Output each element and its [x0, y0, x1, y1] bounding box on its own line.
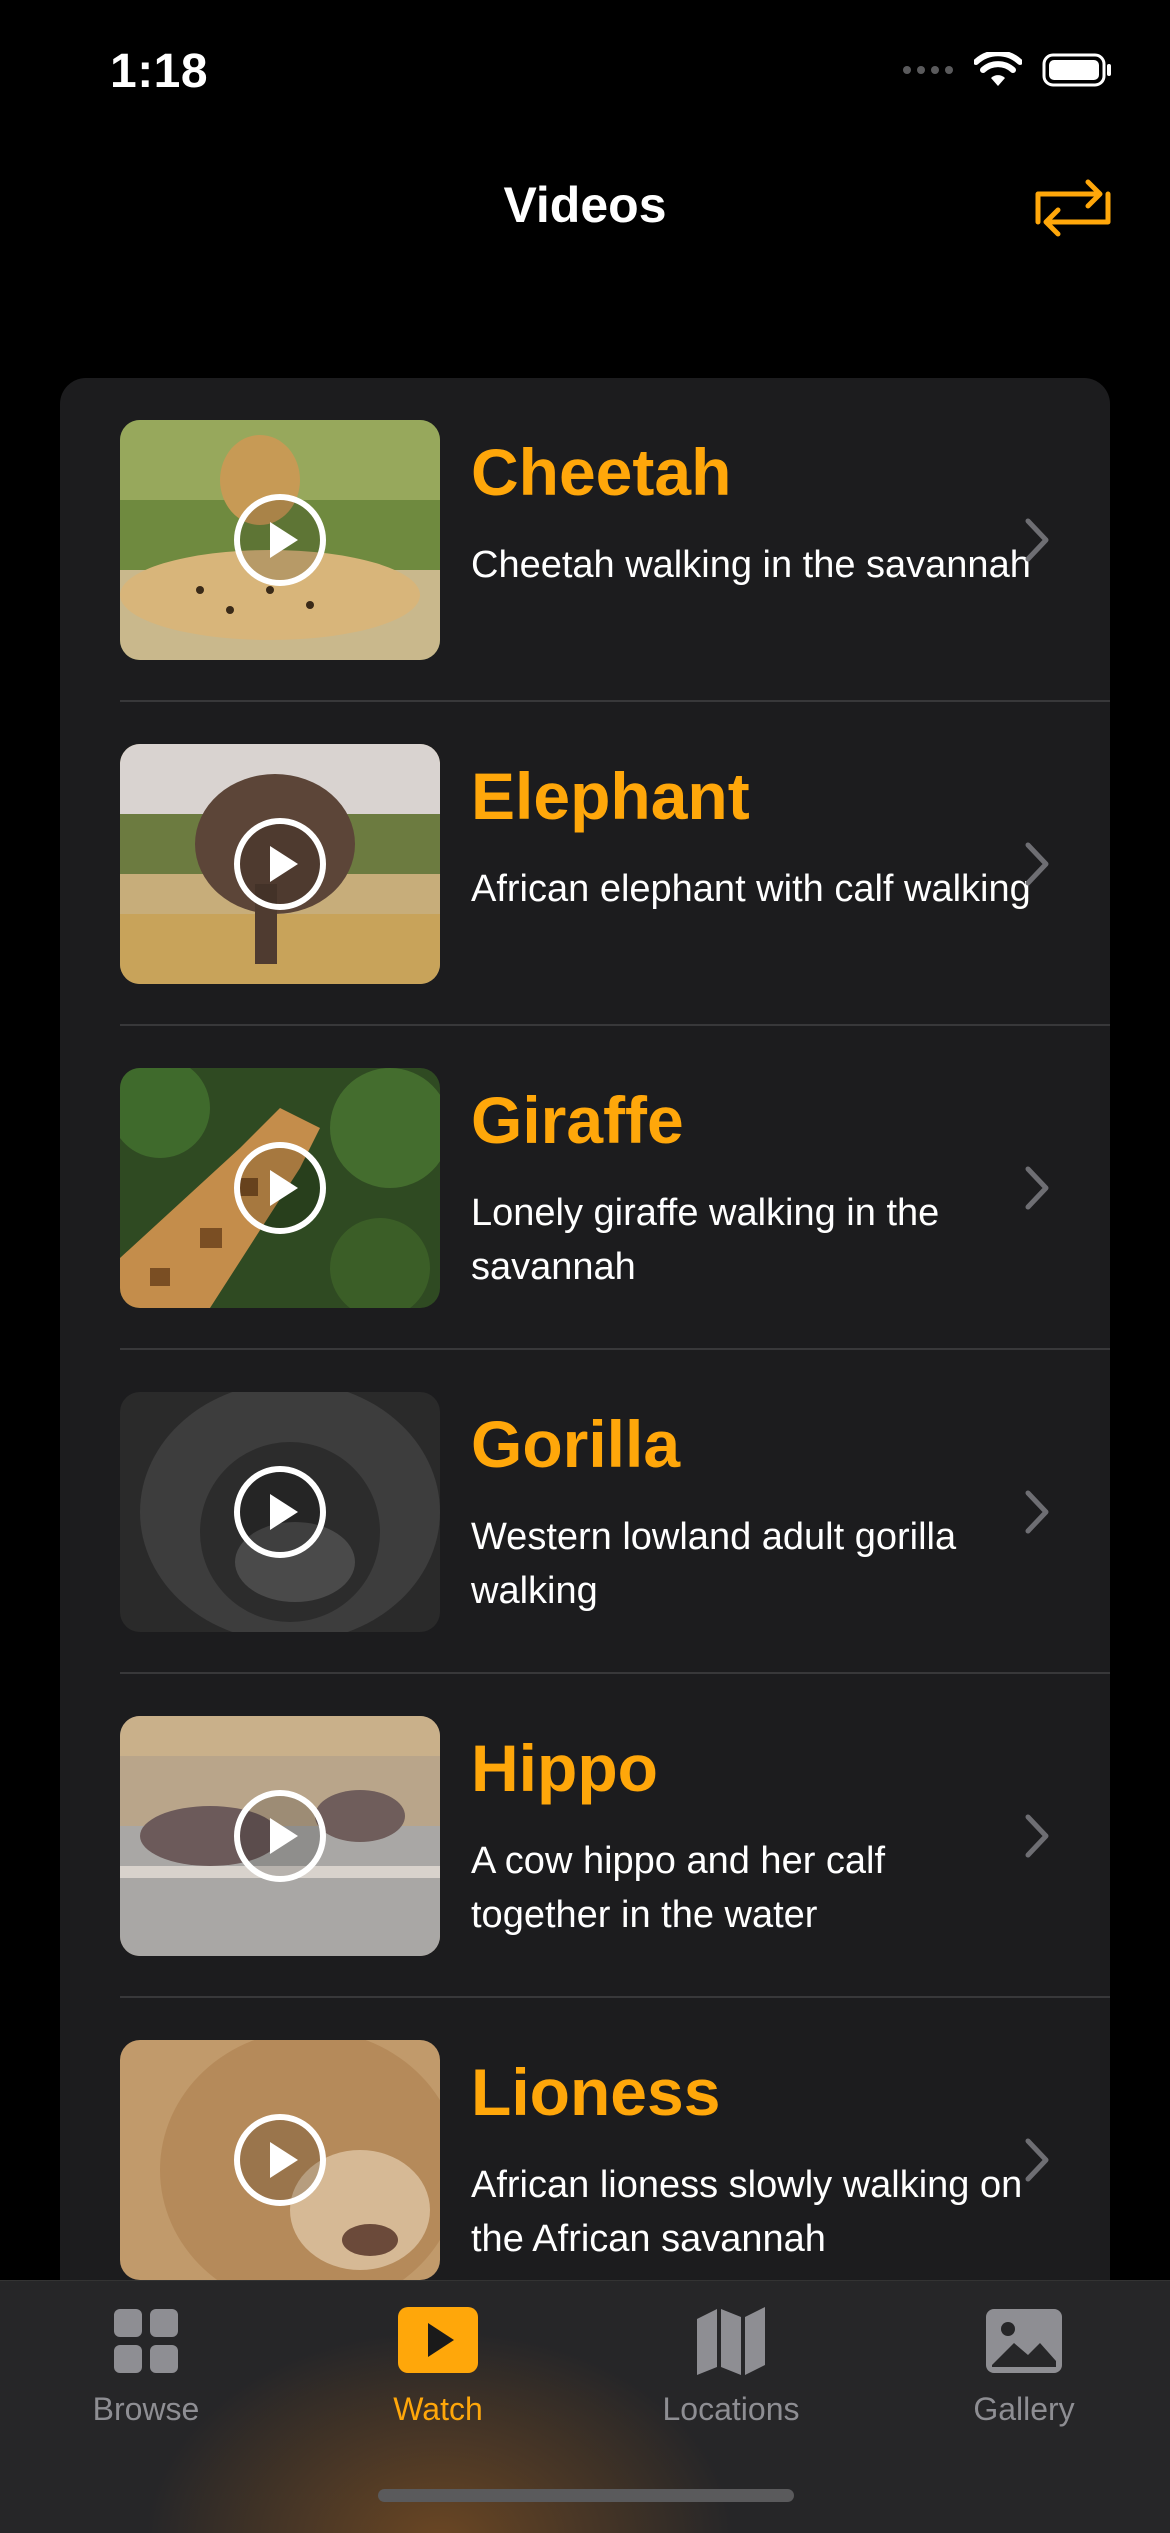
video-thumbnail [120, 2040, 440, 2280]
tab-locations[interactable]: Locations [611, 2305, 851, 2455]
play-icon [234, 1790, 326, 1882]
video-description: Western lowland adult gorilla walking [471, 1516, 957, 1612]
chevron-right-icon [1025, 1814, 1049, 1858]
video-row-cheetah[interactable]: Cheetah Cheetah walking in the savannah [60, 378, 1110, 702]
cellular-signal-icon [903, 66, 953, 74]
status-bar: 1:18 [0, 0, 1170, 150]
chevron-right-icon [1025, 2138, 1049, 2182]
play-icon [234, 2114, 326, 2206]
video-description: Lonely giraffe walking in the savannah [471, 1192, 940, 1288]
video-row-elephant[interactable]: Elephant African elephant with calf walk… [60, 702, 1110, 1026]
chevron-right-icon [1025, 518, 1049, 562]
tab-label: Gallery [973, 2391, 1075, 2427]
tab-label: Watch [393, 2391, 483, 2427]
chevron-right-icon [1025, 1490, 1049, 1534]
play-icon [234, 818, 326, 910]
video-row-giraffe[interactable]: Giraffe Lonely giraffe walking in the sa… [60, 1026, 1110, 1350]
photo-icon [986, 2309, 1062, 2373]
grid-icon [114, 2309, 178, 2373]
video-description: A cow hippo and her calf together in the… [471, 1840, 886, 1936]
video-row-hippo[interactable]: Hippo A cow hippo and her calf together … [60, 1674, 1110, 1998]
video-description: African lioness slowly walking on the Af… [471, 2164, 1023, 2260]
video-list: Cheetah Cheetah walking in the savannah … [60, 378, 1110, 2378]
video-title: Hippo [471, 1731, 658, 1805]
tab-watch[interactable]: Watch [318, 2305, 558, 2455]
video-title: Gorilla [471, 1407, 681, 1481]
video-title: Lioness [471, 2055, 721, 2129]
status-icons [902, 52, 1114, 88]
video-thumbnail [120, 420, 440, 660]
video-title: Elephant [471, 759, 750, 833]
repeat-icon [1035, 179, 1111, 237]
battery-icon [1042, 53, 1111, 87]
chevron-right-icon [1025, 842, 1049, 886]
video-title: Cheetah [471, 435, 732, 509]
video-row-gorilla[interactable]: Gorilla Western lowland adult gorilla wa… [60, 1350, 1110, 1674]
tab-label: Locations [662, 2391, 800, 2427]
chevron-right-icon [1025, 1166, 1049, 1210]
tab-browse[interactable]: Browse [26, 2305, 266, 2455]
page-title: Videos [503, 177, 667, 233]
wifi-icon [974, 52, 1022, 86]
video-thumbnail [120, 1392, 440, 1632]
play-icon [234, 494, 326, 586]
video-title: Giraffe [471, 1083, 684, 1157]
repeat-button[interactable] [1030, 170, 1116, 246]
play-rectangle-icon [398, 2307, 478, 2373]
map-icon [697, 2307, 765, 2375]
video-description: African elephant with calf walking [471, 868, 1031, 910]
tab-gallery[interactable]: Gallery [904, 2305, 1144, 2455]
status-time: 1:18 [110, 45, 209, 98]
video-description: Cheetah walking in the savannah [471, 544, 1031, 586]
video-thumbnail [120, 1068, 440, 1308]
video-thumbnail [120, 744, 440, 984]
home-indicator[interactable] [378, 2489, 794, 2502]
video-thumbnail [120, 1716, 440, 1956]
play-icon [234, 1466, 326, 1558]
video-row-lioness[interactable]: Lioness African lioness slowly walking o… [60, 1998, 1110, 2322]
tab-label: Browse [92, 2391, 200, 2427]
play-icon [234, 1142, 326, 1234]
